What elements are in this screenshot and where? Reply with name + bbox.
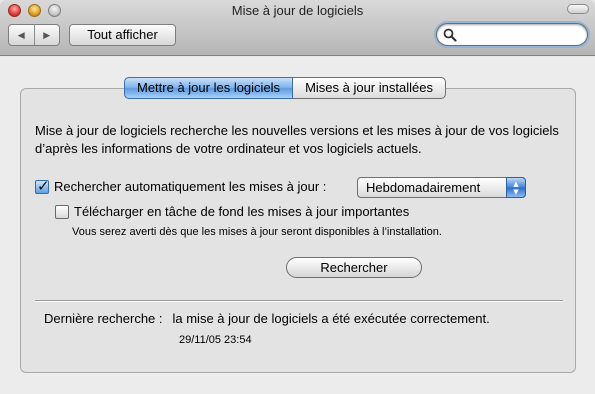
frequency-value: Hebdomadairement xyxy=(366,180,481,195)
auto-check-checkbox[interactable] xyxy=(35,177,50,195)
tab-update-software[interactable]: Mettre à jour les logiciels xyxy=(124,77,294,99)
tab-installed-updates[interactable]: Mises à jour installées xyxy=(293,77,446,99)
toolbar: Mise à jour de logiciels ◀ ▶ Tout affich… xyxy=(0,0,595,56)
toolbar-toggle-button[interactable] xyxy=(567,4,589,14)
background-download-note: Vous serez averti dès que les mises à jo… xyxy=(72,226,442,238)
background-download-row: Télécharger en tâche de fond les mises à… xyxy=(55,204,409,219)
show-all-button[interactable]: Tout afficher xyxy=(69,24,176,46)
tab-panel: Mise à jour de logiciels recherche les n… xyxy=(20,88,576,373)
check-now-button[interactable]: Rechercher xyxy=(286,257,422,278)
divider xyxy=(35,300,563,301)
search-icon xyxy=(443,28,457,42)
forward-button[interactable]: ▶ xyxy=(35,25,60,45)
tab-bar: Mettre à jour les logiciels Mises à jour… xyxy=(124,77,446,99)
last-check-line: Dernière recherche : la mise à jour de l… xyxy=(44,311,490,326)
last-check-date: 29/11/05 23:54 xyxy=(179,334,252,346)
back-button[interactable]: ◀ xyxy=(9,25,35,45)
frequency-select[interactable]: Hebdomadairement ▲ ▼ xyxy=(357,177,526,198)
back-forward-control: ◀ ▶ xyxy=(8,24,60,46)
last-check-label: Dernière recherche : xyxy=(44,311,163,326)
window-title: Mise à jour de logiciels xyxy=(231,3,364,18)
updown-arrows-icon: ▲ ▼ xyxy=(506,177,526,198)
background-download-checkbox[interactable] xyxy=(55,204,69,219)
description-text: Mise à jour de logiciels recherche les n… xyxy=(35,123,559,156)
preferences-window: Mise à jour de logiciels ◀ ▶ Tout affich… xyxy=(0,0,595,394)
background-download-label: Télécharger en tâche de fond les mises à… xyxy=(74,204,410,219)
last-check-status: la mise à jour de logiciels a été exécut… xyxy=(172,311,490,326)
auto-check-label: Rechercher automatiquement les mises à j… xyxy=(54,179,327,194)
search-input[interactable] xyxy=(436,23,588,46)
content-area: Mettre à jour les logiciels Mises à jour… xyxy=(0,57,595,394)
auto-check-row: Rechercher automatiquement les mises à j… xyxy=(35,177,327,195)
